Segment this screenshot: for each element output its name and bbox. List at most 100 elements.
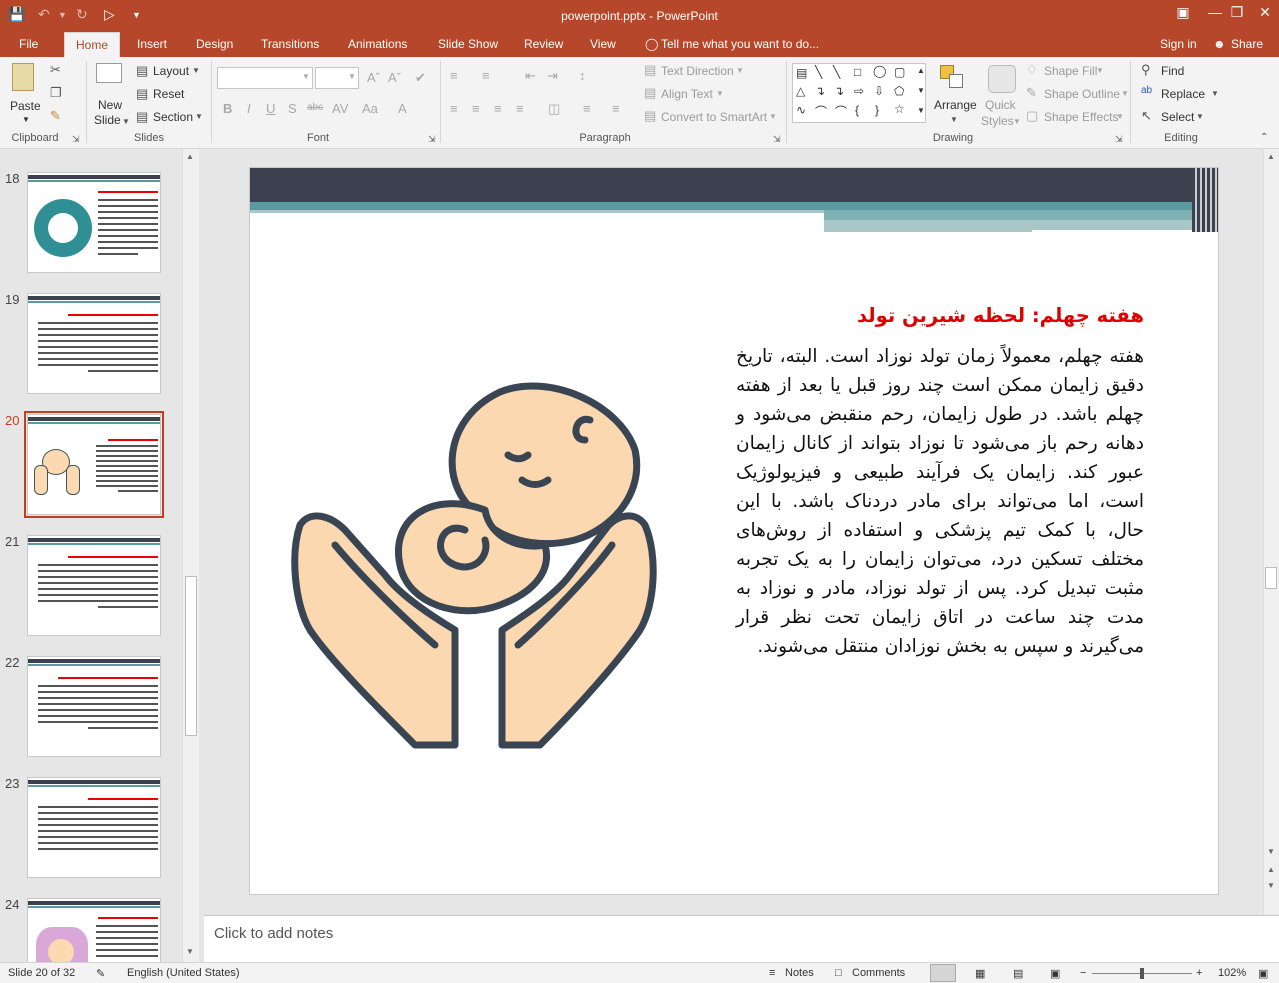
text-shadow-icon[interactable]: S — [288, 101, 297, 116]
shape-effects-button[interactable]: Shape Effects — [1044, 110, 1119, 124]
arrange-icon[interactable] — [940, 65, 968, 93]
new-slide-label2[interactable]: Slide — [94, 113, 121, 127]
brace-left-shape-icon[interactable]: { — [855, 103, 859, 117]
line2-shape-icon[interactable]: ╲ — [833, 65, 840, 79]
scroll-down-icon[interactable]: ▼ — [186, 947, 194, 956]
slide-thumbnail[interactable] — [27, 777, 161, 878]
close-icon[interactable]: ✕ — [1250, 4, 1279, 21]
font-name-dropdown-icon[interactable]: ▼ — [302, 72, 310, 81]
increase-font-icon[interactable]: Aˆ — [367, 70, 380, 85]
find-button[interactable]: Find — [1161, 64, 1184, 78]
replace-icon[interactable]: ab — [1141, 85, 1152, 96]
quick-styles-dropdown-icon[interactable]: ▼ — [1013, 117, 1021, 126]
layout-icon[interactable]: ▤ — [136, 63, 148, 79]
comments-button[interactable]: Comments — [852, 967, 905, 979]
scroll-up-icon[interactable]: ▲ — [1267, 152, 1275, 161]
star-shape-icon[interactable]: ☆ — [894, 102, 905, 116]
underline-icon[interactable]: U — [266, 101, 275, 116]
change-case-icon[interactable]: Aa — [362, 101, 378, 116]
tab-home[interactable]: Home — [64, 32, 121, 57]
tab-design[interactable]: Design — [196, 37, 233, 51]
copy-icon[interactable]: ❐ — [50, 85, 62, 101]
cut-icon[interactable]: ✂ — [50, 62, 61, 78]
previous-slide-icon[interactable]: ▲ — [1267, 865, 1275, 874]
quick-styles-label2[interactable]: Styles — [981, 114, 1014, 128]
freeform-shape-icon[interactable]: ⌒ — [835, 103, 847, 120]
shapes-gallery[interactable]: ▤ ╲ ╲ □ ◯ ▢ △ ↴ ↴ ⇨ ⇩ ⬠ ∿ ⌒ ⌒ { } ☆ ▲ ▼ … — [792, 63, 926, 123]
restore-icon[interactable]: ❐ — [1222, 4, 1252, 21]
notes-button[interactable]: Notes — [785, 967, 814, 979]
slide-heading[interactable]: هفته چهلم: لحظه شیرین تولد — [640, 304, 1144, 327]
slide-thumbnail[interactable] — [27, 535, 161, 636]
slide-scrollbar[interactable]: ▲ ▼ ▲ ▼ — [1263, 149, 1279, 914]
text-direction-button[interactable]: Text Direction — [661, 64, 734, 78]
rectangle-shape-icon[interactable]: □ — [854, 65, 861, 79]
slideshow-view-icon[interactable]: ▣ — [1050, 967, 1060, 980]
text-direction-dropdown-icon[interactable]: ▼ — [736, 66, 744, 75]
tab-insert[interactable]: Insert — [137, 37, 167, 51]
quick-styles-label[interactable]: Quick — [985, 98, 1016, 112]
align-center-icon[interactable]: ≡ — [472, 101, 480, 116]
slide-thumbnail[interactable] — [27, 898, 161, 962]
bullets-icon[interactable]: ≡ — [450, 68, 458, 83]
layout-button[interactable]: Layout — [153, 64, 189, 78]
paste-button[interactable]: Paste — [10, 99, 41, 113]
numbering-icon[interactable]: ≡ — [482, 68, 490, 83]
pentagon-shape-icon[interactable]: ⬠ — [894, 84, 904, 98]
clear-formatting-icon[interactable]: ✔ — [415, 70, 426, 86]
bold-icon[interactable]: B — [223, 101, 232, 116]
character-spacing-icon[interactable]: AV — [332, 101, 348, 116]
tab-file[interactable]: File — [19, 37, 38, 51]
fit-slide-icon[interactable]: ▣ — [1258, 967, 1268, 980]
justify-icon[interactable]: ≡ — [516, 101, 524, 116]
slide-sorter-icon[interactable]: ▦ — [975, 967, 985, 980]
quick-styles-icon[interactable] — [988, 65, 1016, 93]
format-painter-icon[interactable]: ✎ — [50, 108, 61, 124]
slide-thumbnail[interactable] — [27, 414, 161, 515]
increase-indent-icon[interactable]: ⇥ — [547, 68, 558, 84]
decrease-font-icon[interactable]: Aˇ — [388, 70, 401, 85]
select-icon[interactable]: ↖ — [1141, 108, 1152, 124]
triangle-shape-icon[interactable]: △ — [796, 84, 805, 98]
tab-review[interactable]: Review — [524, 37, 563, 51]
slide-thumbnail[interactable] — [27, 172, 161, 273]
decrease-indent-icon[interactable]: ⇤ — [525, 68, 536, 84]
ribbon-display-icon[interactable]: ▣ — [1168, 4, 1198, 21]
strikethrough-icon[interactable]: abc — [307, 102, 323, 113]
normal-view-icon[interactable] — [930, 964, 956, 982]
font-launcher-icon[interactable]: ⇲ — [428, 134, 436, 145]
notes-icon[interactable]: ≡ — [769, 967, 775, 979]
paragraph-launcher-icon[interactable]: ⇲ — [773, 134, 781, 145]
arrange-dropdown-icon[interactable]: ▼ — [950, 115, 958, 124]
collapse-ribbon-icon[interactable]: ⌃ — [1260, 132, 1268, 143]
slide-thumbnail[interactable] — [27, 656, 161, 757]
scrollbar-thumb[interactable] — [185, 576, 197, 736]
shape-outline-icon[interactable]: ✎ — [1026, 85, 1037, 101]
paste-icon[interactable] — [12, 63, 34, 91]
ltr-icon[interactable]: ≡ — [612, 101, 620, 116]
reset-icon[interactable]: ▤ — [136, 86, 148, 102]
smartart-dropdown-icon[interactable]: ▼ — [769, 112, 777, 121]
zoom-out-icon[interactable]: − — [1080, 967, 1086, 979]
columns-icon[interactable]: ◫ — [548, 101, 560, 117]
rounded-rect-shape-icon[interactable]: ▢ — [894, 65, 905, 79]
section-button[interactable]: Section — [153, 110, 193, 124]
right-arrow-shape-icon[interactable]: ⇨ — [854, 84, 864, 98]
shape-outline-dropdown-icon[interactable]: ▼ — [1121, 89, 1129, 98]
replace-dropdown-icon[interactable]: ▼ — [1211, 89, 1219, 98]
line-spacing-icon[interactable]: ↕ — [579, 68, 586, 83]
smartart-icon[interactable]: ▤ — [644, 108, 656, 124]
font-size-dropdown-icon[interactable]: ▼ — [348, 72, 356, 81]
drawing-launcher-icon[interactable]: ⇲ — [1115, 134, 1123, 145]
shape-fill-button[interactable]: Shape Fill — [1044, 64, 1097, 78]
shape-outline-button[interactable]: Shape Outline — [1044, 87, 1120, 101]
align-text-button[interactable]: Align Text — [661, 87, 713, 101]
text-box-shape-icon[interactable]: ▤ — [796, 66, 807, 80]
arc-shape-icon[interactable]: ⌒ — [815, 103, 827, 120]
share-button[interactable]: Share — [1231, 37, 1263, 51]
text-direction-icon[interactable]: ▤ — [644, 62, 656, 78]
slide-body-text[interactable]: هفته چهلم، معمولاً زمان تولد نوزاد است. … — [736, 342, 1144, 661]
shape-fill-icon[interactable]: ♢ — [1026, 62, 1038, 78]
shape-effects-dropdown-icon[interactable]: ▼ — [1116, 112, 1124, 121]
clipboard-launcher-icon[interactable]: ⇲ — [72, 134, 80, 145]
